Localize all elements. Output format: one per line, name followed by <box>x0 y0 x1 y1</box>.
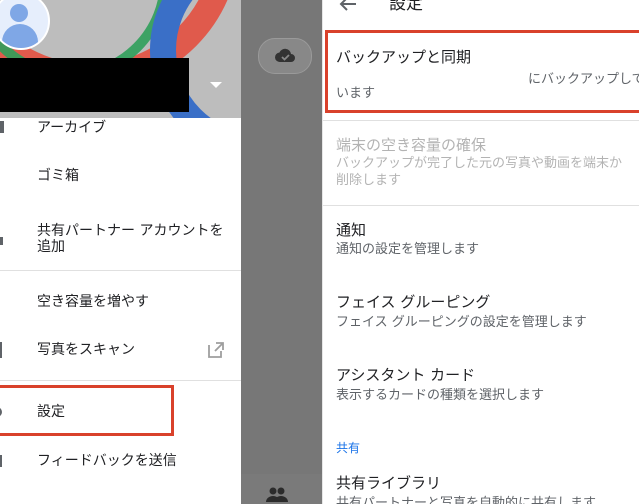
page-title: 設定 <box>389 0 423 14</box>
archive-icon <box>0 121 4 133</box>
gear-icon <box>0 408 2 416</box>
drawer-item-archive[interactable]: アーカイブ <box>0 118 241 138</box>
open-in-new-icon <box>208 342 224 358</box>
settings-divider <box>323 205 639 206</box>
drawer-item-free-up-space[interactable]: 空き容量を増やす <box>0 285 241 319</box>
feedback-icon <box>0 455 2 467</box>
settings-item-title: 端末の空き容量の確保 <box>336 136 487 154</box>
settings-item-title: バックアップと同期 <box>336 48 472 66</box>
drawer-item-add-partner[interactable]: 共有パートナー アカウントを 追加 <box>0 215 241 261</box>
drawer-item-feedback[interactable]: フィードバックを送信 <box>0 445 241 477</box>
settings-item-subtitle: 表示するカードの種類を選択します <box>336 388 545 403</box>
section-header-sharing: 共有 <box>336 441 361 455</box>
drawer-item-trash[interactable]: ゴミ箱 <box>0 160 241 190</box>
drawer-item-label: 写真をスキャン <box>37 342 135 358</box>
drawer-divider <box>0 270 241 271</box>
settings-item-subtitle: バックアップが完了した元の写真や動画を端末か 削除します <box>336 156 623 188</box>
drawer-item-photoscan[interactable]: 写真をスキャン <box>0 333 241 367</box>
photoscan-icon <box>0 342 2 358</box>
settings-item-face-grouping[interactable]: フェイス グルーピング フェイス グルーピングの設定を管理します <box>323 284 639 340</box>
cloud-sync-button[interactable] <box>258 38 312 74</box>
settings-item-title: フェイス グルーピング <box>336 293 491 311</box>
settings-item-subtitle: います <box>336 86 376 101</box>
sharing-people-icon[interactable] <box>265 486 289 502</box>
settings-item-subtitle: フェイス グルーピングの設定を管理します <box>336 315 587 330</box>
settings-divider <box>323 120 639 121</box>
settings-item-notifications[interactable]: 通知 通知の設定を管理します <box>323 212 639 268</box>
drawer-divider <box>0 380 241 381</box>
drawer-item-settings[interactable]: 設定 <box>0 392 241 430</box>
settings-item-assistant-cards[interactable]: アシスタント カード 表示するカードの種類を選択します <box>323 357 639 413</box>
settings-item-free-up-space: 端末の空き容量の確保 バックアップが完了した元の写真や動画を端末か 削除します <box>323 128 639 198</box>
left-screenshot: アーカイブ ゴミ箱 共有パートナー アカウントを 追加 空き容量を増やす 写真を… <box>0 0 322 504</box>
drawer-item-label: 空き容量を増やす <box>37 294 149 310</box>
partner-icon <box>0 237 3 245</box>
account-switch-chevron-down-icon[interactable] <box>210 82 222 88</box>
drawer-header <box>0 0 241 118</box>
drawer-item-label: 共有パートナー アカウントを 追加 <box>37 223 224 255</box>
drawer-item-label: 設定 <box>37 404 65 420</box>
drawer-item-label: ゴミ箱 <box>37 168 79 184</box>
drawer-item-label: アーカイブ <box>37 120 107 136</box>
cloud-done-icon <box>274 48 295 63</box>
settings-item-title: 通知 <box>336 221 367 239</box>
settings-item-subtitle-fragment: にバックアップして <box>528 72 639 87</box>
navigation-drawer: アーカイブ ゴミ箱 共有パートナー アカウントを 追加 空き容量を増やす 写真を… <box>0 0 241 504</box>
drawer-item-label: フィードバックを送信 <box>37 453 177 469</box>
account-name-redacted <box>0 58 189 112</box>
settings-item-shared-library[interactable]: 共有ライブラリ 共有パートナーと写真を自動的に共有します <box>323 466 639 504</box>
settings-item-subtitle: 通知の設定を管理します <box>336 242 480 257</box>
settings-screen: 設定 バックアップと同期 います にバックアップして 端末の空き容量の確保 バッ… <box>323 0 639 504</box>
settings-item-title: 共有ライブラリ <box>336 474 442 492</box>
back-arrow-icon[interactable] <box>338 0 358 14</box>
settings-item-subtitle: 共有パートナーと写真を自動的に共有します <box>336 496 597 504</box>
settings-item-title: アシスタント カード <box>336 366 476 384</box>
